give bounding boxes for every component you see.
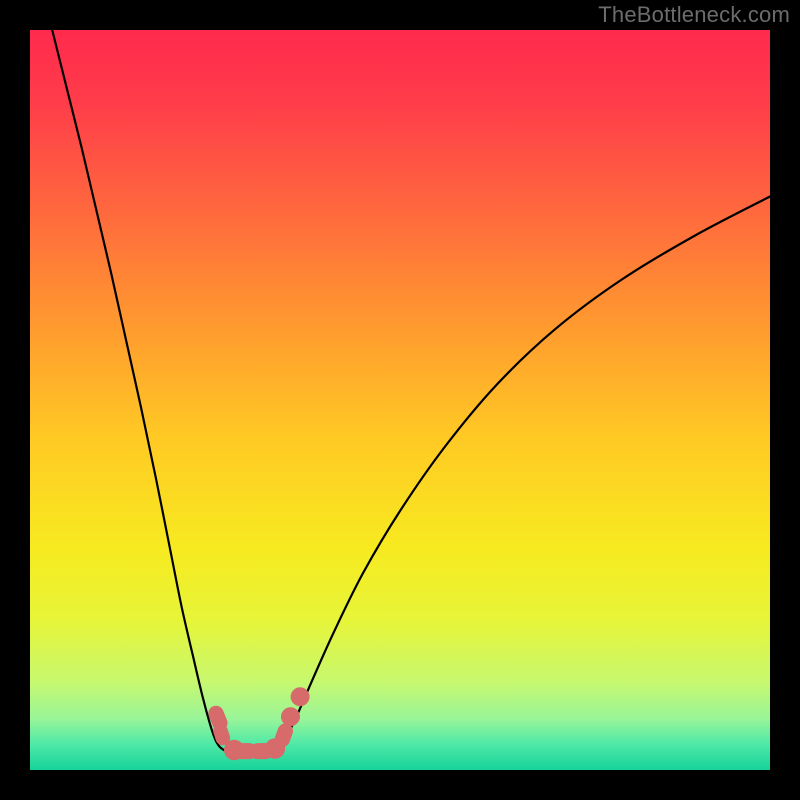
curve-marker	[281, 707, 300, 726]
watermark-text: TheBottleneck.com	[598, 2, 790, 28]
chart-background	[30, 30, 770, 770]
chart-svg	[0, 0, 800, 800]
curve-marker	[291, 687, 310, 706]
chart-stage: TheBottleneck.com	[0, 0, 800, 800]
